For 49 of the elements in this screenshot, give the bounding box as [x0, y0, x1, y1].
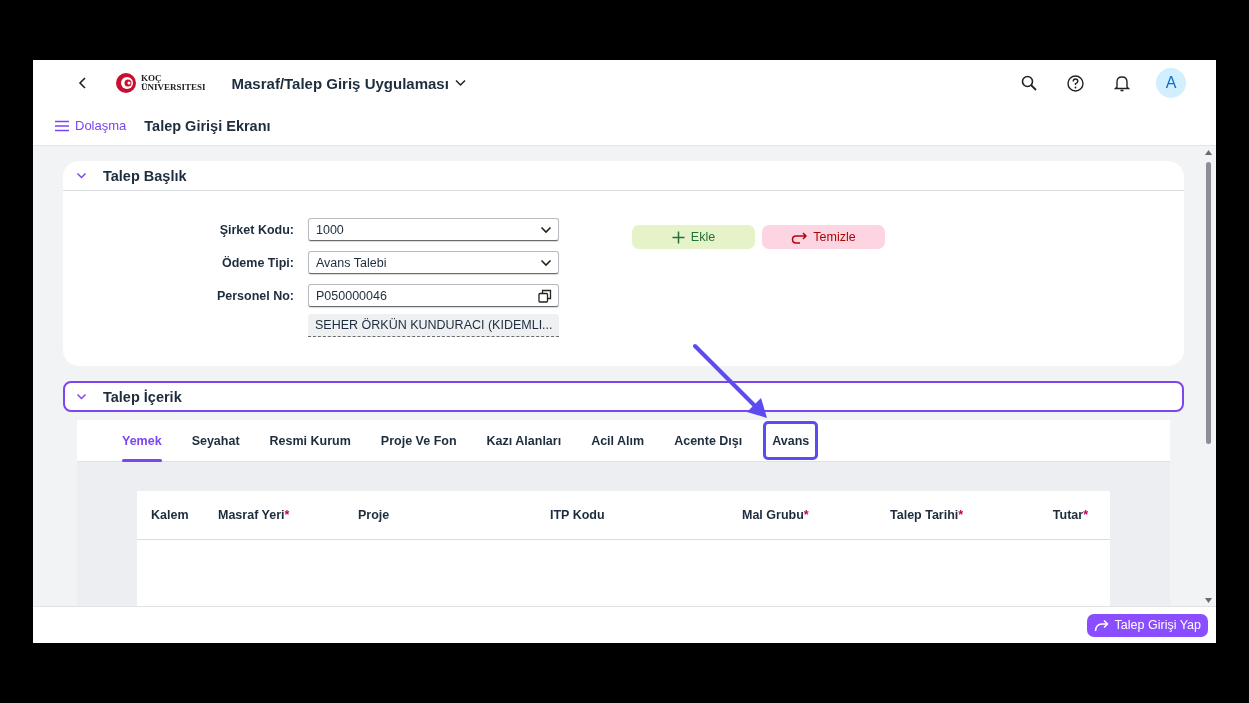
column-header: Proje	[358, 508, 391, 522]
column-header: Kalem	[151, 508, 190, 522]
dropdown-field[interactable]: 1000	[308, 218, 559, 241]
bell-icon[interactable]	[1114, 74, 1130, 92]
chevron-down-icon	[540, 258, 552, 267]
column-header: ITP Kodu	[550, 508, 606, 522]
plus-icon	[671, 230, 685, 244]
dropdown-field[interactable]: Avans Talebi	[308, 251, 559, 274]
logo-icon	[114, 72, 138, 94]
chevron-down-icon[interactable]	[76, 171, 87, 180]
back-icon[interactable]	[78, 76, 88, 90]
tab[interactable]: Kazı Alanları	[476, 420, 572, 461]
logo-text: ÜNIVERSITESI	[141, 83, 206, 92]
panel-title: Talep Başlık	[103, 167, 187, 184]
field-label: Personel No:	[215, 288, 294, 303]
page-title: Talep Girişi Ekranı	[144, 117, 271, 134]
scrollbar[interactable]	[1203, 148, 1214, 605]
tab[interactable]: Avans	[762, 420, 820, 461]
navigation-menu-button[interactable]: Dolaşma	[54, 118, 127, 133]
column-header: Talep Tarihi*	[890, 508, 965, 522]
panel-title: Talep İçerik	[103, 388, 182, 405]
avatar[interactable]: A	[1156, 68, 1186, 98]
field-label: Şirket Kodu:	[218, 222, 294, 237]
forward-arrow-icon	[1093, 618, 1109, 632]
copy-icon	[538, 288, 552, 303]
tab[interactable]: Resmi Kurum	[259, 420, 361, 461]
help-icon[interactable]	[1067, 74, 1084, 92]
tab[interactable]: Proje Ve Fon	[370, 420, 467, 461]
tab[interactable]: Seyahat	[181, 420, 250, 461]
chevron-down-icon	[454, 79, 466, 87]
redo-arrow-icon	[791, 230, 808, 244]
column-header: Tutar*	[1051, 508, 1088, 522]
employee-name-token: SEHER ÖRKÜN KUNDURACI (KIDEMLI...	[308, 314, 559, 337]
input-field[interactable]: P050000046	[308, 284, 559, 307]
column-header: Mal Grubu*	[742, 508, 810, 522]
add-button[interactable]: Ekle	[632, 225, 755, 249]
logo-text: KOÇ	[141, 74, 163, 83]
field-label: Ödeme Tipi:	[221, 255, 294, 270]
tab[interactable]: Acil Alım	[581, 420, 655, 461]
menu-icon	[54, 119, 70, 132]
search-icon[interactable]	[1021, 75, 1037, 91]
clear-button[interactable]: Temizle	[762, 225, 885, 249]
tab[interactable]: Yemek	[112, 420, 172, 461]
app-title-menu[interactable]: Masraf/Talep Giriş Uygulaması	[231, 74, 466, 92]
chevron-down-icon[interactable]	[76, 392, 87, 401]
submit-button[interactable]: Talep Girişi Yap	[1086, 613, 1208, 637]
column-header: Masraf Yeri*	[218, 508, 291, 522]
tab[interactable]: Acente Dışı	[664, 420, 753, 461]
chevron-down-icon	[540, 225, 552, 234]
